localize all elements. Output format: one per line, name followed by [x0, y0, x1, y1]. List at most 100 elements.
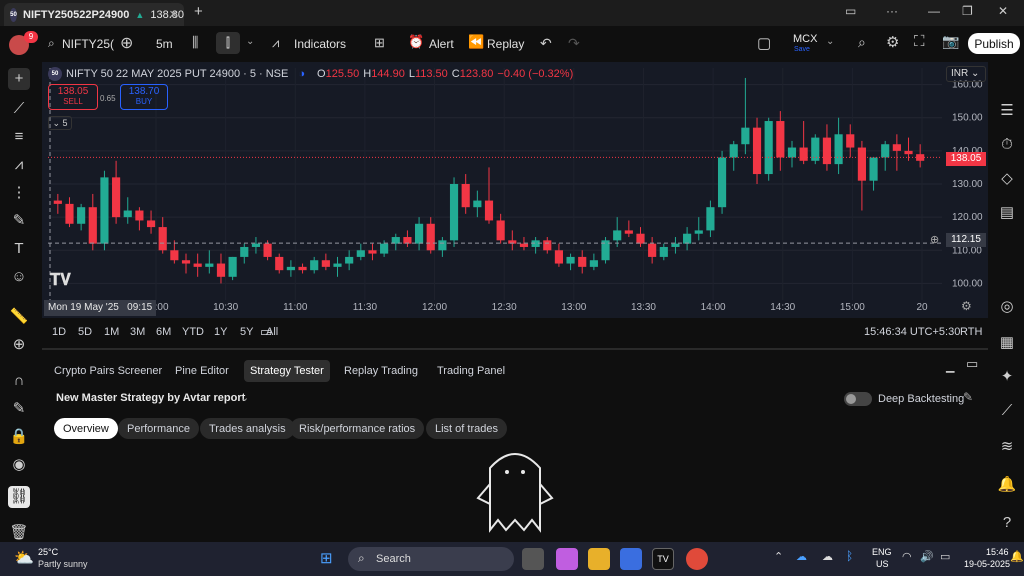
onedrive-icon[interactable]: ☁	[796, 550, 807, 563]
add-alert-plus-icon[interactable]: ⊕	[930, 233, 939, 246]
close-tab-icon[interactable]: ✕	[169, 8, 178, 21]
alarm-clock-icon[interactable]: ⏰	[408, 34, 424, 50]
chart-settings-icon[interactable]: ⚙	[961, 299, 972, 313]
watchlist-icon[interactable]: ☰	[996, 100, 1018, 122]
replay-button[interactable]: Replay	[487, 37, 524, 51]
range-button-1d[interactable]: 1D	[52, 326, 66, 338]
brush-icon[interactable]: ✎	[8, 210, 30, 232]
collapse-panel-icon[interactable]: ▁	[946, 360, 954, 373]
text-icon[interactable]: T	[8, 238, 30, 260]
panel-tab-strategy-tester[interactable]: Strategy Tester	[244, 360, 330, 382]
date-range-icon[interactable]: ▭	[260, 324, 272, 340]
close-window-icon[interactable]: ✕	[998, 4, 1008, 18]
strategy-title[interactable]: New Master Strategy by Avtar report	[56, 392, 245, 404]
cloud-icon[interactable]: ☁	[822, 550, 833, 563]
taskbar-date[interactable]: 19-05-2025	[964, 559, 1010, 569]
range-button-ytd[interactable]: YTD	[182, 326, 204, 338]
weather-sun-icon[interactable]: ⛅	[14, 548, 34, 568]
chevron-down-icon[interactable]: ⌄	[240, 391, 249, 404]
price-axis[interactable]: 160.00150.00140.00130.00120.00110.00100.…	[952, 80, 983, 290]
panel-tab-crypto-pairs-screener[interactable]: Crypto Pairs Screener	[48, 360, 168, 382]
chevron-down-icon[interactable]: ⌄	[246, 36, 254, 47]
subtab-performance[interactable]: Performance	[118, 418, 199, 439]
deep-backtesting-toggle[interactable]	[844, 392, 872, 406]
bell-icon[interactable]: 🔔	[996, 474, 1018, 496]
crosshair-icon[interactable]: +	[8, 68, 30, 90]
help-icon[interactable]: ?	[996, 512, 1018, 534]
sell-button[interactable]: 138.05 SELL	[48, 84, 98, 110]
session-label[interactable]: RTH	[960, 326, 982, 338]
layout-icon[interactable]: ▭	[845, 4, 856, 18]
panel-tab-trading-panel[interactable]: Trading Panel	[431, 360, 511, 382]
taskbar-search[interactable]: ⌕ Search	[348, 547, 514, 571]
maximize-icon[interactable]: ❐	[962, 4, 973, 18]
range-button-5d[interactable]: 5D	[78, 326, 92, 338]
candles-icon[interactable]: ⫿	[216, 32, 240, 54]
settings-gear-icon[interactable]: ⚙	[886, 33, 899, 51]
language-label[interactable]: ENG	[872, 547, 892, 557]
subtab-list-of-trades[interactable]: List of trades	[426, 418, 507, 439]
tradingview-app-icon[interactable]: TV	[652, 548, 674, 570]
chrome-icon[interactable]	[686, 548, 708, 570]
copilot-icon[interactable]	[556, 548, 578, 570]
candlestick-chart[interactable]: 160.00150.00140.00130.00120.00110.00100.…	[42, 62, 988, 318]
volume-icon[interactable]: 🔊	[920, 550, 934, 563]
wifi-icon[interactable]: ◠	[902, 550, 912, 563]
range-button-5y[interactable]: 5Y	[240, 326, 253, 338]
layers-icon[interactable]: ◇	[996, 168, 1018, 190]
subtab-overview[interactable]: Overview	[54, 418, 118, 439]
quick-search-icon[interactable]: ⌕	[858, 34, 866, 51]
layout-square-icon[interactable]: ▢	[757, 34, 771, 52]
alert-button[interactable]: Alert	[429, 37, 454, 51]
publish-button[interactable]: Publish	[968, 33, 1020, 54]
chevron-down-icon[interactable]: ⌄	[826, 36, 834, 47]
task-view-icon[interactable]	[522, 548, 544, 570]
panel-tab-pine-editor[interactable]: Pine Editor	[169, 360, 235, 382]
magnet-icon[interactable]: ∩	[8, 370, 30, 392]
region-label[interactable]: US	[876, 559, 889, 569]
range-button-1y[interactable]: 1Y	[214, 326, 227, 338]
clock-time[interactable]: 15:46:34 UTC+5:30	[864, 326, 960, 338]
taskbar-time[interactable]: 15:46	[986, 547, 1009, 557]
interval-button[interactable]: 5m	[156, 37, 173, 51]
trend-line-icon[interactable]: ⟋	[8, 98, 30, 120]
projection-icon[interactable]: ⋮	[8, 182, 30, 204]
range-button-1m[interactable]: 1M	[104, 326, 119, 338]
bluetooth-icon[interactable]: ᛒ	[846, 549, 853, 563]
link-icon[interactable]: ⛓	[8, 486, 30, 508]
compare-add-icon[interactable]: ⊕	[120, 33, 133, 53]
lock-drawing-icon[interactable]: ✎	[8, 398, 30, 420]
time-axis[interactable]: 10:0010:3011:0011:3012:0012:3013:0013:30…	[143, 302, 928, 313]
chart-tab[interactable]: 50 NIFTY250522P24900 ▲ 138.80 ✕	[4, 3, 184, 26]
indicators-button[interactable]: Indicators	[294, 37, 346, 51]
legend-symbol[interactable]: NIFTY 50 22 MAY 2025 PUT 24900 · 5 · NSE	[66, 68, 288, 80]
bars-style-icon[interactable]: ⫼	[192, 34, 198, 51]
ruler-icon[interactable]: 📏	[8, 306, 30, 328]
notifications-icon[interactable]: 🔔	[1010, 550, 1024, 563]
store-icon[interactable]	[620, 548, 642, 570]
windows-start-icon[interactable]: ⊞	[320, 549, 333, 567]
new-tab-icon[interactable]: +	[194, 3, 203, 20]
subtab-risk-performance-ratios[interactable]: Risk/performance ratios	[290, 418, 425, 439]
currency-select[interactable]: INR ⌄	[946, 66, 986, 82]
subtab-trades-analysis[interactable]: Trades analysis	[200, 418, 295, 439]
weather-temp[interactable]: 25°C	[38, 547, 58, 557]
maximize-panel-icon[interactable]: ▭	[966, 356, 978, 372]
panel-tab-replay-trading[interactable]: Replay Trading	[338, 360, 424, 382]
fullscreen-icon[interactable]: ⛶	[914, 33, 925, 50]
file-explorer-icon[interactable]	[588, 548, 610, 570]
pine-icon[interactable]: ⟋	[996, 400, 1018, 422]
edit-icon[interactable]: ✎	[963, 390, 973, 404]
eye-icon[interactable]: ◉	[8, 454, 30, 476]
zoom-in-icon[interactable]: ⊕	[8, 334, 30, 356]
fib-icon[interactable]: ≡	[8, 126, 30, 148]
templates-icon[interactable]: ⊞	[374, 35, 385, 51]
indicators-icon[interactable]: ⩘	[272, 35, 279, 51]
target-icon[interactable]: ◎	[996, 296, 1018, 318]
calendar-icon[interactable]: ▦	[996, 332, 1018, 354]
chat-icon[interactable]: ▤	[996, 202, 1018, 224]
search-icon[interactable]: ⌕	[48, 36, 55, 51]
buy-button[interactable]: 138.70 BUY	[120, 84, 168, 110]
save-label[interactable]: Save	[794, 46, 810, 53]
exchange-label[interactable]: MCX	[793, 33, 817, 45]
